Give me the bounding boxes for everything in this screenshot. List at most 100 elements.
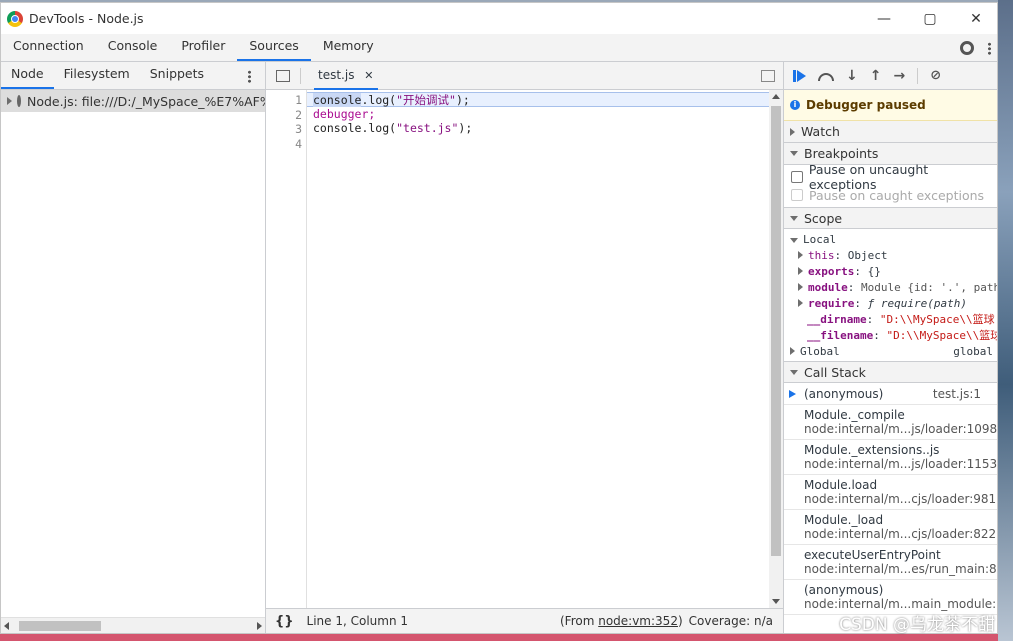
pause-uncaught-option[interactable]: Pause on uncaught exceptions	[784, 162, 997, 192]
paused-text: Debugger paused	[806, 98, 926, 112]
frame-location[interactable]: test.js:1	[933, 387, 997, 401]
line-number[interactable]: 1	[266, 93, 306, 108]
checkbox-label: Pause on caught exceptions	[809, 187, 985, 203]
code-line[interactable]: debugger;	[307, 107, 769, 122]
deactivate-breakpoints-icon[interactable]: ⊘	[930, 68, 941, 83]
step-out-icon[interactable]: ↑	[870, 68, 882, 84]
vscroll-thumb[interactable]	[771, 106, 781, 556]
scroll-thumb[interactable]	[19, 621, 101, 631]
scope-var-filename[interactable]: __filename: "D:\\MySpace\\篮球	[784, 328, 997, 344]
var-name: this	[808, 249, 835, 262]
collapsed-arrow-icon	[798, 251, 803, 259]
line-number[interactable]: 3	[266, 122, 306, 137]
debugger-sidebar: ↓ ↑ → ⊘ i Debugger paused Watch Breakpoi…	[783, 62, 997, 633]
scroll-left-icon[interactable]	[4, 622, 9, 630]
navigator-more-icon[interactable]	[248, 70, 251, 83]
var-name: require	[808, 297, 855, 310]
breakpoint-options: Pause on uncaught exceptions Pause on ca…	[784, 162, 997, 207]
subtab-snippets[interactable]: Snippets	[140, 61, 214, 89]
callstack-frame[interactable]: Module._compile node:internal/m...js/load…	[784, 405, 997, 440]
code-line[interactable]: console.log("test.js");	[307, 121, 769, 136]
collapsed-arrow-icon	[790, 347, 795, 355]
section-title: Breakpoints	[804, 146, 879, 161]
frame-location[interactable]: node:internal/m...cjs/loader:981	[804, 492, 997, 506]
minimize-button[interactable]: —	[861, 3, 907, 34]
toggle-debugger-icon[interactable]	[761, 70, 775, 82]
section-scope[interactable]: Scope	[784, 207, 997, 229]
pretty-print-button[interactable]: {}	[275, 614, 294, 629]
tab-memory[interactable]: Memory	[311, 33, 386, 61]
tab-connection[interactable]: Connection	[1, 33, 96, 61]
resume-button[interactable]	[793, 69, 806, 82]
step-over-icon[interactable]	[818, 72, 834, 81]
source-origin: (From node:vm:352)	[560, 614, 683, 628]
watermark: CSDN @乌龙茶不甜	[839, 615, 995, 635]
callstack-frame[interactable]: Module._load node:internal/m...cjs/loader…	[784, 510, 997, 545]
cursor-position: Line 1, Column 1	[306, 614, 409, 628]
scope-global[interactable]: Global global	[784, 344, 997, 360]
window-title: DevTools - Node.js	[29, 11, 144, 26]
divider	[300, 67, 301, 84]
close-tab-icon[interactable]: ✕	[364, 69, 373, 82]
frame-location[interactable]: node:internal/m...cjs/loader:822	[804, 527, 997, 541]
code-string: "开始调试"	[396, 93, 456, 107]
callstack-frame[interactable]: (anonymous) test.js:1	[784, 383, 997, 405]
code-area[interactable]: 1 2 3 4 console.log("开始调试"); debugger; c…	[266, 90, 769, 608]
settings-gear-icon[interactable]	[960, 41, 974, 55]
navigator-hscrollbar[interactable]	[1, 617, 265, 633]
scope-local[interactable]: Local	[784, 232, 997, 248]
info-icon: i	[790, 100, 800, 110]
tree-item-nodejs[interactable]: Node.js: file:///D:/_MySpace_%E7%AF%AE%	[1, 90, 265, 112]
file-tab-testjs[interactable]: test.js ✕	[314, 62, 378, 90]
maximize-button[interactable]: ▢	[907, 3, 953, 34]
editor-vscrollbar[interactable]	[769, 90, 783, 608]
main-tab-bar: Connection Console Profiler Sources Memo…	[1, 34, 997, 62]
scope-var-module[interactable]: module: Module {id: '.', path	[784, 280, 997, 296]
title-bar: DevTools - Node.js — ▢ ✕	[1, 3, 997, 34]
callstack-list: (anonymous) test.js:1 Module._compile nod…	[784, 383, 997, 615]
frame-location[interactable]: node:internal/m...es/run_main:81	[804, 562, 997, 576]
expand-arrow-icon[interactable]	[7, 97, 12, 105]
pause-caught-checkbox[interactable]	[791, 189, 803, 201]
frame-location[interactable]: node:internal/m...js/loader:1153	[804, 457, 997, 471]
resume-bar-icon	[793, 69, 796, 82]
scroll-down-icon[interactable]	[772, 599, 780, 604]
scope-var-require[interactable]: require: ƒ require(path)	[784, 296, 997, 312]
var-value: "D:\\MySpace\\篮球	[886, 329, 997, 342]
collapsed-arrow-icon	[790, 127, 795, 136]
tab-profiler[interactable]: Profiler	[169, 33, 237, 61]
callstack-frame[interactable]: executeUserEntryPoint node:internal/m...e…	[784, 545, 997, 580]
subtab-filesystem[interactable]: Filesystem	[54, 61, 140, 89]
scroll-right-icon[interactable]	[257, 622, 262, 630]
code-line[interactable]: console.log("开始调试");	[307, 92, 769, 107]
frame-location[interactable]: node:internal/m...main_module:17	[804, 597, 997, 611]
frame-name: Module._compile	[804, 408, 905, 422]
line-number[interactable]: 4	[266, 137, 306, 152]
scope-var-exports[interactable]: exports: {}	[784, 264, 997, 280]
tab-sources[interactable]: Sources	[237, 33, 311, 61]
frame-location[interactable]: node:internal/m...js/loader:1098	[804, 422, 997, 436]
step-into-icon[interactable]: ↓	[846, 68, 858, 84]
subtab-node[interactable]: Node	[1, 61, 54, 89]
callstack-frame[interactable]: Module.load node:internal/m...cjs/loader:…	[784, 475, 997, 510]
toggle-navigator-icon[interactable]	[276, 69, 290, 82]
more-options-icon[interactable]	[988, 41, 991, 55]
frame-name: Module._extensions..js	[804, 443, 940, 457]
code-line[interactable]	[307, 136, 769, 151]
section-watch[interactable]: Watch	[784, 121, 997, 143]
pause-caught-option[interactable]: Pause on caught exceptions	[784, 186, 997, 204]
step-icon[interactable]: →	[893, 68, 905, 84]
scope-var-this[interactable]: this: Object	[784, 248, 997, 264]
devtools-window: DevTools - Node.js — ▢ ✕ Connection Cons…	[0, 2, 998, 634]
close-button[interactable]: ✕	[953, 3, 997, 34]
section-callstack[interactable]: Call Stack	[784, 361, 997, 383]
tab-console[interactable]: Console	[96, 33, 170, 61]
section-title: Call Stack	[804, 364, 866, 380]
callstack-frame[interactable]: Module._extensions..js node:internal/m...…	[784, 440, 997, 475]
line-number[interactable]: 2	[266, 108, 306, 123]
pause-uncaught-checkbox[interactable]	[791, 171, 803, 183]
scroll-up-icon[interactable]	[772, 94, 780, 99]
expanded-arrow-icon	[790, 238, 798, 243]
source-link[interactable]: node:vm:352	[598, 614, 678, 628]
scope-var-dirname[interactable]: __dirname: "D:\\MySpace\\篮球	[784, 312, 997, 328]
